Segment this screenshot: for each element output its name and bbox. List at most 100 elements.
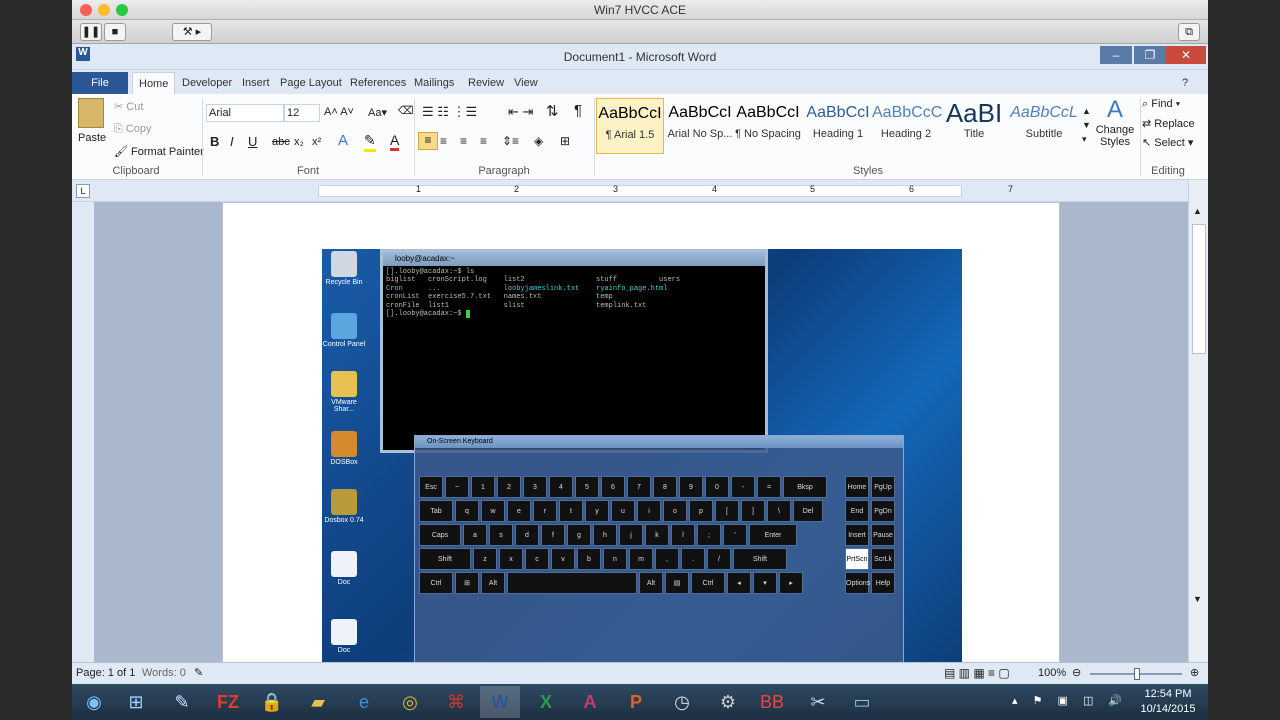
zoom-slider-thumb[interactable] — [1134, 668, 1140, 680]
terminal-window[interactable]: looby@acadax:~ [].looby@acadax:~$ ls big… — [380, 249, 768, 453]
highlight-icon[interactable]: ✎ — [364, 132, 376, 152]
key[interactable]: 3 — [523, 476, 547, 498]
snipping-tool-icon[interactable]: ✂ — [798, 686, 838, 718]
key[interactable]: ◂ — [727, 572, 751, 594]
key[interactable]: Ctrl — [419, 572, 453, 594]
style-heading-2[interactable]: AaBbCcC Heading 2 — [872, 98, 942, 154]
find-button[interactable]: ⌕ Find ▾ — [1142, 98, 1180, 111]
select-button[interactable]: ↖ Select ▾ — [1142, 136, 1193, 149]
key[interactable]: 9 — [679, 476, 703, 498]
fullscreen-icon[interactable]: ⧉ — [1178, 23, 1200, 41]
key[interactable]: h — [593, 524, 617, 546]
key[interactable]: End — [845, 500, 869, 522]
key[interactable]: 6 — [601, 476, 625, 498]
style-subtitle[interactable]: AaBbCcL Subtitle — [1010, 98, 1078, 154]
tab-developer[interactable]: Developer — [176, 72, 238, 94]
key[interactable]: PgUp — [871, 476, 895, 498]
replace-button[interactable]: ⇄ Replace — [1142, 117, 1195, 130]
key[interactable]: Del — [793, 500, 823, 522]
zoom-in-icon[interactable]: ⊕ — [1190, 666, 1199, 679]
key[interactable]: ' — [723, 524, 747, 546]
vertical-scrollbar[interactable]: ▲ ▼ — [1188, 180, 1208, 662]
key[interactable]: ~ — [445, 476, 469, 498]
key[interactable]: b — [577, 548, 601, 570]
sort-icon[interactable]: ⇅ — [546, 102, 559, 120]
minimize-button[interactable]: – — [1100, 46, 1132, 64]
key[interactable]: i — [637, 500, 661, 522]
key[interactable]: Alt — [639, 572, 663, 594]
word-taskbar-icon[interactable]: W — [480, 686, 520, 718]
security-app-icon[interactable]: 🔒 — [252, 686, 292, 718]
key[interactable]: . — [681, 548, 705, 570]
editor-app-icon[interactable]: ✎ — [162, 686, 202, 718]
tab-mailings[interactable]: Mailings — [408, 72, 460, 94]
zoom-level[interactable]: 100% — [1038, 667, 1066, 679]
scroll-thumb[interactable] — [1192, 224, 1206, 354]
key[interactable]: 5 — [575, 476, 599, 498]
tab-insert[interactable]: Insert — [236, 72, 276, 94]
tab-file[interactable]: File — [72, 72, 128, 94]
filezilla-icon[interactable]: FZ — [208, 686, 248, 718]
font-size-select[interactable]: 12 — [284, 104, 320, 122]
network-app-icon[interactable]: ⊞ — [116, 686, 156, 718]
strikethrough-button[interactable]: abc — [272, 136, 290, 148]
key[interactable]: o — [663, 500, 687, 522]
proofing-icon[interactable]: ✎ — [194, 666, 203, 679]
borders-icon[interactable]: ⊞ — [560, 134, 570, 148]
key[interactable]: = — [757, 476, 781, 498]
key[interactable]: ▤ — [665, 572, 689, 594]
key[interactable]: - — [731, 476, 755, 498]
powerpoint-icon[interactable]: P — [616, 686, 656, 718]
key[interactable]: j — [619, 524, 643, 546]
zoom-out-icon[interactable]: ⊖ — [1072, 666, 1081, 679]
key[interactable]: Help — [871, 572, 895, 594]
bold-button[interactable]: B — [210, 134, 219, 149]
system-tray-icons[interactable]: ▴ ⚑ ▣ ◫ 🔊 — [1012, 694, 1128, 707]
key[interactable]: f — [541, 524, 565, 546]
key[interactable]: Ctrl — [691, 572, 725, 594]
superscript-button[interactable]: x² — [312, 136, 321, 148]
key[interactable]: Shift — [733, 548, 787, 570]
explorer-folder-icon[interactable]: ▰ — [298, 686, 338, 718]
key[interactable]: 8 — [653, 476, 677, 498]
key[interactable]: u — [611, 500, 635, 522]
key[interactable]: p — [689, 500, 713, 522]
key[interactable]: l — [671, 524, 695, 546]
style-arial-no-spacing[interactable]: AaBbCcI Arial No Sp... — [666, 98, 734, 154]
key[interactable]: Home — [845, 476, 869, 498]
key[interactable]: Esc — [419, 476, 443, 498]
key[interactable]: Enter — [749, 524, 797, 546]
key[interactable]: 4 — [549, 476, 573, 498]
access-icon[interactable]: A — [570, 686, 610, 718]
key[interactable]: Shift — [419, 548, 471, 570]
key[interactable]: c — [525, 548, 549, 570]
key[interactable]: y — [585, 500, 609, 522]
help-icon[interactable]: ? — [1176, 72, 1194, 94]
key[interactable]: r — [533, 500, 557, 522]
stop-icon[interactable]: ■ — [104, 23, 126, 41]
key[interactable]: ⊞ — [455, 572, 479, 594]
key[interactable]: q — [455, 500, 479, 522]
clear-formatting-icon[interactable]: ⌫ — [398, 104, 414, 117]
paste-icon[interactable] — [78, 98, 104, 128]
style-heading-1[interactable]: AaBbCcI Heading 1 — [804, 98, 872, 154]
key[interactable]: t — [559, 500, 583, 522]
minimize-traffic-light[interactable] — [98, 4, 110, 16]
key[interactable]: [ — [715, 500, 739, 522]
game-app-icon[interactable]: BB — [752, 686, 792, 718]
settings-app-icon[interactable]: ⚙ — [708, 686, 748, 718]
page-count[interactable]: Page: 1 of 1 — [76, 667, 135, 679]
align-center-button[interactable]: ≡ — [440, 134, 447, 148]
copy-button[interactable]: ⎘ Copy — [114, 123, 152, 136]
underline-button[interactable]: U — [248, 134, 257, 149]
key[interactable]: x — [499, 548, 523, 570]
font-color-icon[interactable]: A — [390, 132, 400, 151]
align-right-button[interactable]: ≡ — [460, 134, 467, 148]
italic-button[interactable]: I — [230, 134, 234, 149]
settings-wrench-icon[interactable]: ⚒ ▸ — [172, 23, 212, 41]
subscript-button[interactable]: x₂ — [294, 136, 304, 148]
pause-icon[interactable]: ❚❚ — [80, 23, 102, 41]
acrobat-icon[interactable]: ⌘ — [436, 686, 476, 718]
text-effects-icon[interactable]: A — [338, 132, 348, 149]
change-styles-button[interactable]: A Change Styles — [1092, 96, 1138, 162]
